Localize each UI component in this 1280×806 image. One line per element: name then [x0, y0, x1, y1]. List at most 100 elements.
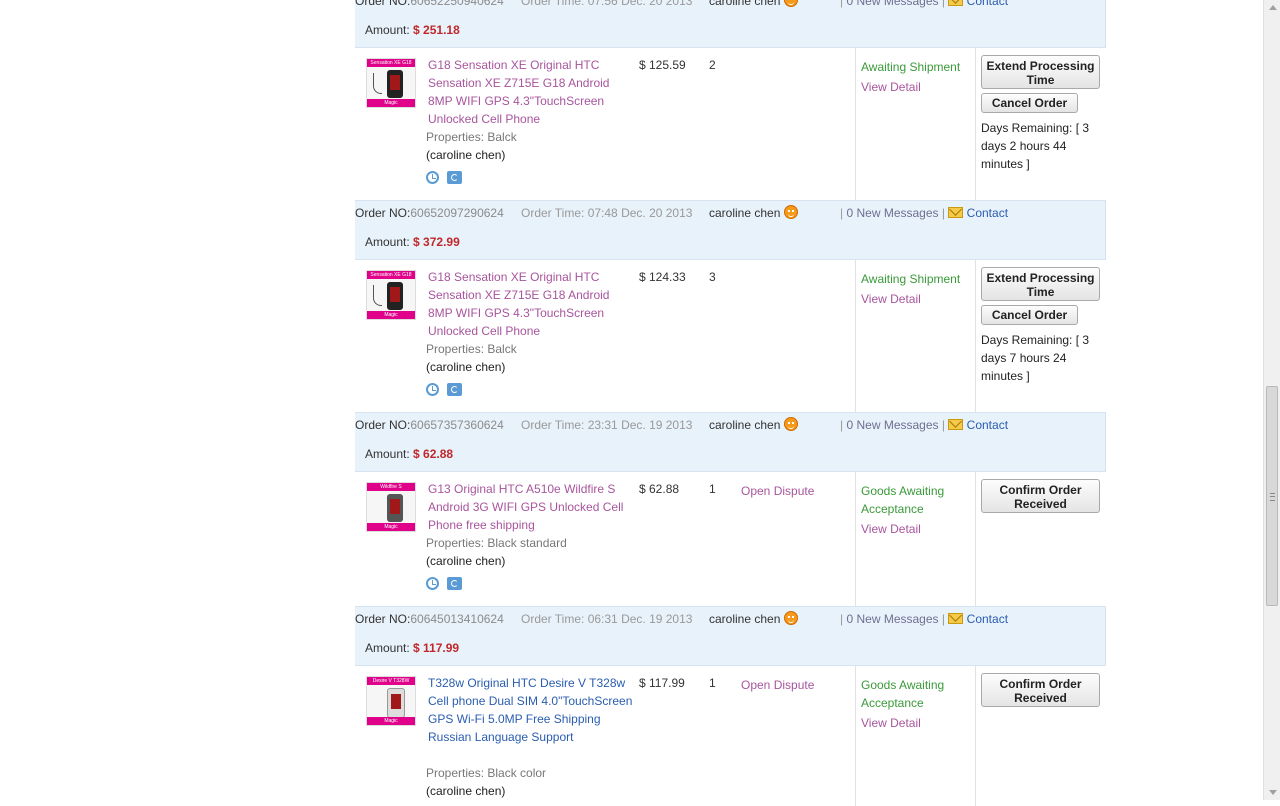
- order-amount: $ 62.88: [413, 447, 454, 461]
- quantity: 1: [709, 676, 716, 690]
- order-header: Order NO:60652097290624 Order Time: 07:4…: [355, 200, 1106, 260]
- product-thumbnail[interactable]: Sensation XE G18 Magic: [366, 58, 416, 108]
- contact-link[interactable]: Contact: [967, 418, 1008, 432]
- scroll-down-arrow-icon[interactable]: [1269, 790, 1277, 795]
- order-time: 23:31 Dec. 19 2013: [587, 418, 693, 432]
- order-time-label: Order Time:: [521, 612, 585, 626]
- view-detail-link[interactable]: View Detail: [861, 714, 971, 732]
- new-messages-link[interactable]: 0 New Messages: [846, 0, 938, 8]
- chat-smile-icon[interactable]: [783, 0, 798, 7]
- envelope-icon[interactable]: [948, 0, 964, 6]
- scroll-up-arrow-icon[interactable]: [1269, 5, 1277, 10]
- chat-smile-icon[interactable]: [783, 417, 798, 431]
- quantity: 2: [709, 58, 716, 72]
- new-messages-link[interactable]: 0 New Messages: [846, 612, 938, 626]
- order-time-label: Order Time:: [521, 418, 585, 432]
- order-number-link[interactable]: 60657357360624: [410, 418, 503, 432]
- order-block: Order NO:60657357360624 Order Time: 23:3…: [355, 412, 1106, 606]
- product-thumbnail[interactable]: Wildfire S Magic: [366, 482, 416, 532]
- divider: [855, 472, 856, 606]
- product-name-link[interactable]: G13 Original HTC A510e Wildfire S Androi…: [428, 480, 633, 534]
- divider: [975, 666, 976, 806]
- extend-processing-time-button[interactable]: Extend Processing Time: [981, 267, 1100, 301]
- confirm-order-received-button[interactable]: Confirm Order Received: [981, 479, 1100, 513]
- product-name-link[interactable]: T328w Original HTC Desire V T328w Cell p…: [428, 674, 633, 746]
- order-no-label: Order NO:: [355, 612, 411, 626]
- envelope-icon[interactable]: [948, 207, 964, 218]
- thumbnail-caption: Sensation XE G18: [367, 59, 415, 67]
- new-messages-link[interactable]: 0 New Messages: [846, 206, 938, 220]
- divider: [975, 260, 976, 412]
- envelope-icon[interactable]: [948, 419, 964, 430]
- alarm-clock-icon[interactable]: [426, 383, 439, 396]
- thumbnail-caption: Wildfire S: [367, 483, 415, 491]
- separator: |: [840, 0, 844, 8]
- product-thumbnail[interactable]: Sensation XE G18 Magic: [366, 270, 416, 320]
- order-body: Desire V T328W Magic T328w Original HTC D…: [355, 666, 1106, 806]
- separator: |: [941, 612, 945, 626]
- extend-processing-time-button[interactable]: Extend Processing Time: [981, 55, 1100, 89]
- order-time: 06:31 Dec. 19 2013: [587, 612, 693, 626]
- order-number-link[interactable]: 60652097290624: [410, 206, 503, 220]
- open-dispute-link[interactable]: Open Dispute: [741, 482, 814, 500]
- divider: [975, 472, 976, 606]
- order-time: 07:56 Dec. 20 2013: [587, 0, 693, 8]
- amount-label: Amount:: [365, 23, 410, 37]
- order-amount: $ 117.99: [413, 641, 460, 655]
- buyer-name: caroline chen: [709, 206, 781, 220]
- scrollbar-thumb[interactable]: [1266, 386, 1278, 606]
- order-status: Goods Awaiting Acceptance: [861, 678, 945, 710]
- view-detail-link[interactable]: View Detail: [861, 290, 971, 308]
- chat-smile-icon[interactable]: [783, 205, 798, 219]
- days-remaining: Days Remaining: [ 3 days 7 hours 24 minu…: [981, 333, 1090, 383]
- order-no-label: Order NO:: [355, 0, 411, 8]
- new-messages-link[interactable]: 0 New Messages: [846, 418, 938, 432]
- separator: |: [941, 418, 945, 432]
- order-header: Order NO:60657357360624 Order Time: 23:3…: [355, 412, 1106, 472]
- view-detail-link[interactable]: View Detail: [861, 520, 971, 538]
- alarm-clock-icon[interactable]: [426, 577, 439, 590]
- order-status: Awaiting Shipment: [861, 60, 961, 74]
- order-header: Order NO:60652250940624 Order Time: 07:5…: [355, 0, 1106, 48]
- contact-link[interactable]: Contact: [967, 0, 1008, 8]
- product-thumbnail[interactable]: Desire V T328W Magic: [366, 676, 416, 726]
- confirm-order-received-button[interactable]: Confirm Order Received: [981, 673, 1100, 707]
- unit-price: $ 125.59: [639, 58, 686, 72]
- product-name-link[interactable]: G18 Sensation XE Original HTC Sensation …: [428, 268, 633, 340]
- envelope-icon[interactable]: [948, 613, 964, 624]
- order-time-label: Order Time:: [521, 0, 585, 8]
- cancel-order-button[interactable]: Cancel Order: [981, 305, 1078, 325]
- order-number-link[interactable]: 60652250940624: [410, 0, 503, 8]
- unit-price: $ 117.99: [639, 676, 685, 690]
- vertical-scrollbar[interactable]: [1263, 0, 1280, 800]
- product-buyer: (caroline chen): [426, 148, 506, 162]
- amount-label: Amount:: [365, 447, 410, 461]
- product-buyer: (caroline chen): [426, 554, 506, 568]
- order-body: Sensation XE G18 Magic G18 Sensation XE O…: [355, 260, 1106, 412]
- contact-link[interactable]: Contact: [967, 206, 1008, 220]
- order-block: Order NO:60652250940624 Order Time: 07:5…: [355, 0, 1106, 200]
- view-detail-link[interactable]: View Detail: [861, 78, 971, 96]
- chat-smile-icon[interactable]: [783, 611, 798, 625]
- buyer-name: caroline chen: [709, 0, 781, 8]
- open-dispute-link[interactable]: Open Dispute: [741, 676, 814, 694]
- buyer-name: caroline chen: [709, 418, 781, 432]
- contact-link[interactable]: Contact: [967, 612, 1008, 626]
- order-status: Goods Awaiting Acceptance: [861, 484, 945, 516]
- order-no-label: Order NO:: [355, 418, 411, 432]
- amount-label: Amount:: [365, 235, 410, 249]
- refresh-icon[interactable]: [447, 171, 462, 184]
- order-body: Sensation XE G18 Magic G18 Sensation XE O…: [355, 48, 1106, 200]
- refresh-icon[interactable]: [447, 383, 462, 396]
- refresh-icon[interactable]: [447, 577, 462, 590]
- order-number-link[interactable]: 60645013410624: [410, 612, 503, 626]
- thumbnail-brand: Magic: [367, 99, 415, 107]
- product-name-link[interactable]: G18 Sensation XE Original HTC Sensation …: [428, 56, 633, 128]
- cancel-order-button[interactable]: Cancel Order: [981, 93, 1078, 113]
- thumbnail-caption: Desire V T328W: [367, 677, 415, 685]
- alarm-clock-icon[interactable]: [426, 171, 439, 184]
- grip-icon: [1270, 493, 1275, 501]
- quantity: 1: [709, 482, 716, 496]
- unit-price: $ 124.33: [639, 270, 686, 284]
- order-list: Order NO:60652250940624 Order Time: 07:5…: [355, 0, 1106, 806]
